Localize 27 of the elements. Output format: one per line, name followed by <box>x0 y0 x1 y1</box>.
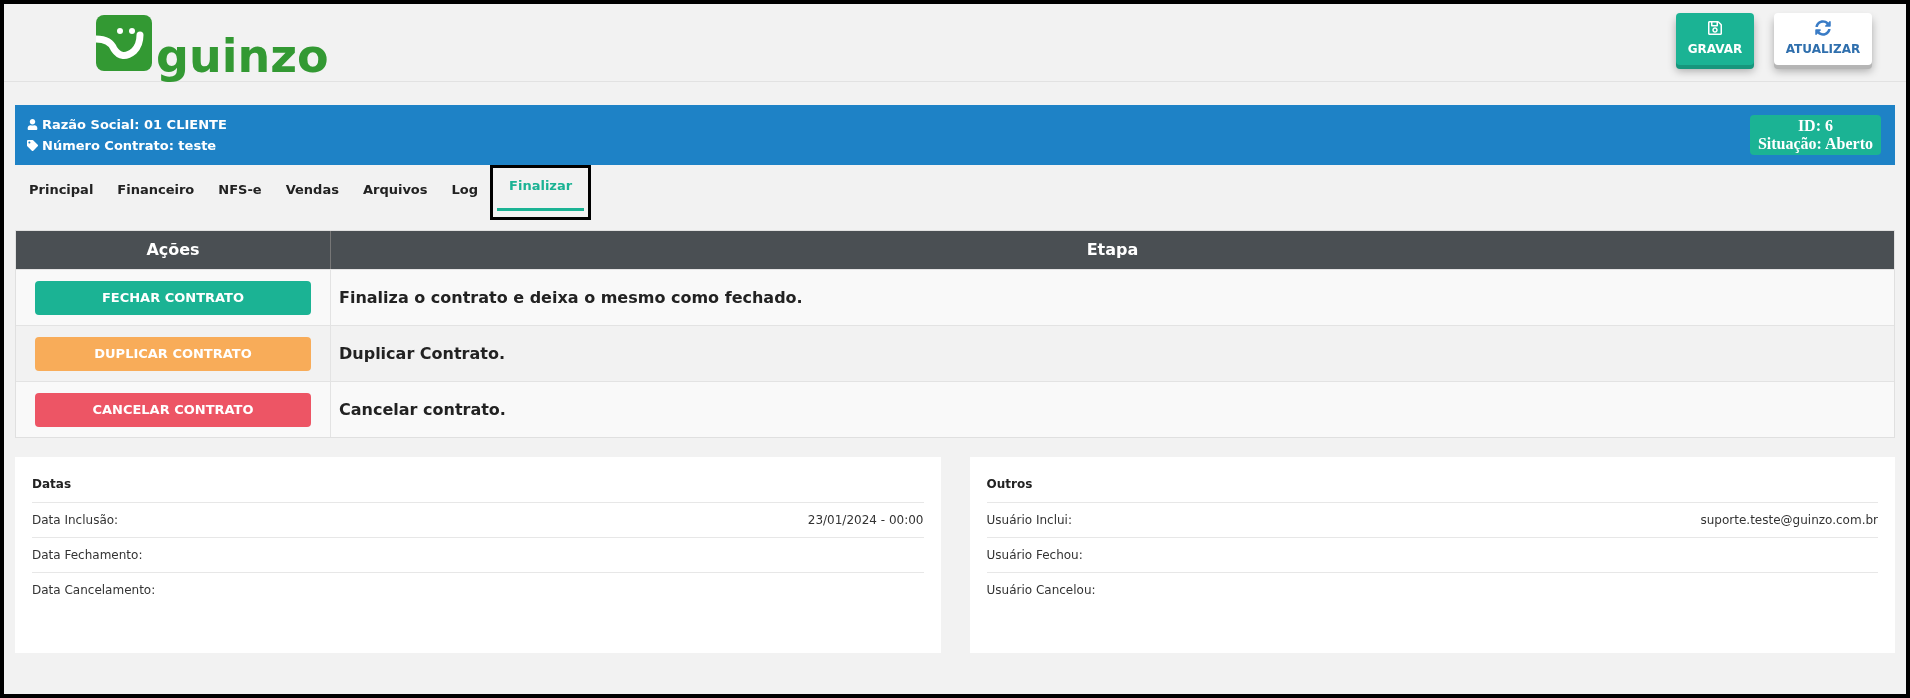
step-description: Finaliza o contrato e deixa o mesmo como fechado. <box>339 286 803 309</box>
refresh-icon <box>1815 19 1831 36</box>
field-value: suporte.teste@guinzo.com.br <box>1700 512 1878 529</box>
card-title: Outros <box>986 475 1878 503</box>
field-label: Usuário Cancelou: <box>986 582 1096 599</box>
user-icon <box>27 118 38 130</box>
column-header: Etapa <box>1085 239 1140 261</box>
tab[interactable]: Arquivos <box>350 165 440 220</box>
field-label: Data Fechamento: <box>32 547 143 564</box>
field-value: 23/01/2024 - 00:00 <box>807 512 924 529</box>
smiley-logo-icon <box>96 14 152 71</box>
step-description: Duplicar Contrato. <box>339 342 505 365</box>
tab[interactable]: Financeiro <box>105 165 207 220</box>
tab[interactable]: NFS-e <box>206 165 274 220</box>
field-label: Data Cancelamento: <box>32 582 156 599</box>
card-title: Datas <box>32 475 924 503</box>
razao-social-text: Razão Social: 01 CLIENTE <box>42 115 227 134</box>
tab[interactable]: Vendas <box>273 165 351 220</box>
tab[interactable]: Principal <box>17 165 106 220</box>
field-label: Usuário Fechou: <box>986 547 1083 564</box>
field-label: Data Inclusão: <box>32 512 119 529</box>
status-badge: ID: 6 Situação: Aberto <box>1749 115 1881 155</box>
field-label: Usuário Inclui: <box>986 512 1072 529</box>
contract-number-text: Número Contrato: teste <box>42 137 217 155</box>
tag-icon <box>27 140 38 152</box>
step-description: Cancelar contrato. <box>339 398 506 421</box>
tab[interactable]: Log <box>439 165 491 220</box>
